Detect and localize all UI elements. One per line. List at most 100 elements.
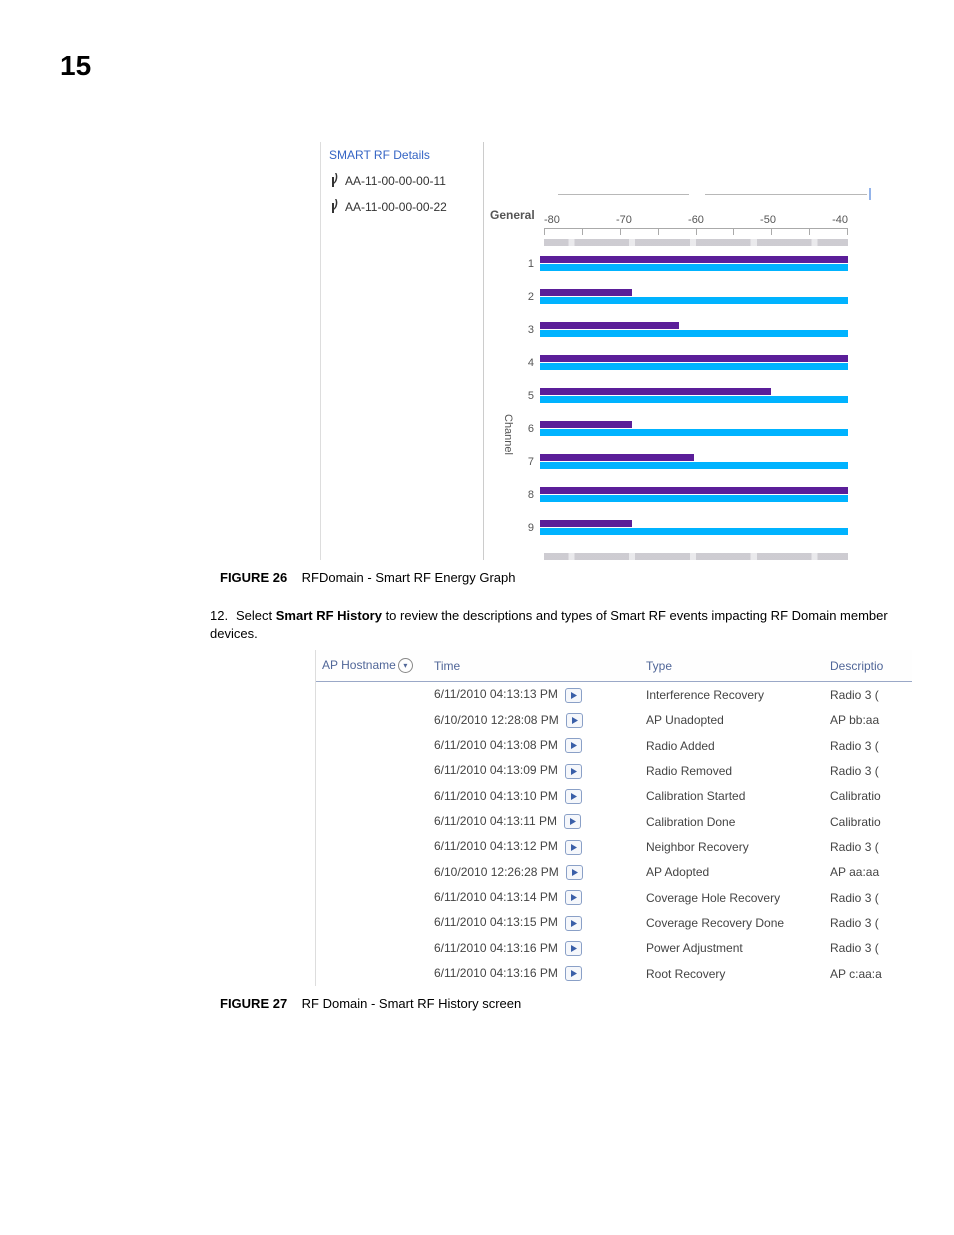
col-time-label: Time	[434, 659, 460, 673]
figure27-text: RF Domain - Smart RF History screen	[302, 996, 522, 1011]
tree-item[interactable]: AA-11-00-00-00-11	[321, 168, 483, 194]
sort-icon[interactable]: ▾	[398, 658, 413, 673]
play-icon[interactable]	[565, 941, 582, 956]
cell-type: Calibration Done	[640, 809, 824, 834]
cell-hostname	[316, 758, 428, 783]
play-icon[interactable]	[565, 966, 582, 981]
chart-bar-series2	[540, 495, 848, 502]
table-row[interactable]: 6/11/2010 04:13:14 PM Coverage Hole Reco…	[316, 885, 912, 910]
table-row[interactable]: 6/10/2010 12:26:28 PM AP AdoptedAP aa:aa	[316, 860, 912, 885]
cell-hostname	[316, 708, 428, 733]
play-icon[interactable]	[566, 865, 583, 880]
tree-item[interactable]: AA-11-00-00-00-22	[321, 194, 483, 220]
chart-bar-series1	[540, 388, 771, 395]
chart-bar-series1	[540, 289, 632, 296]
step-number: 12.	[210, 607, 236, 625]
step-bold: Smart RF History	[276, 608, 382, 623]
chart-top-grid	[558, 188, 871, 200]
cell-hostname	[316, 809, 428, 834]
chart-bar-series2	[540, 528, 848, 535]
cell-description: AP bb:aa	[824, 708, 912, 733]
play-icon[interactable]	[565, 789, 582, 804]
cell-hostname	[316, 682, 428, 708]
table-row[interactable]: 6/11/2010 04:13:10 PM Calibration Starte…	[316, 784, 912, 809]
cell-time: 6/10/2010 12:26:28 PM	[428, 860, 640, 885]
cell-hostname	[316, 834, 428, 859]
step-12: 12.Select Smart RF History to review the…	[210, 607, 894, 642]
cell-time: 6/11/2010 04:13:15 PM	[428, 910, 640, 935]
chart-row: 4	[506, 355, 848, 370]
tree-item-label: AA-11-00-00-00-11	[345, 174, 446, 188]
chart-bar-series2	[540, 462, 848, 469]
cell-time: 6/11/2010 04:13:12 PM	[428, 834, 640, 859]
chart-bar-series1	[540, 520, 632, 527]
chart-bar-series1	[540, 421, 632, 428]
cell-description: AP c:aa:a	[824, 961, 912, 986]
chart-row-label: 7	[506, 456, 534, 468]
cell-time: 6/11/2010 04:13:13 PM	[428, 682, 640, 708]
cell-time: 6/10/2010 12:28:08 PM	[428, 708, 640, 733]
cell-time: 6/11/2010 04:13:16 PM	[428, 961, 640, 986]
col-description[interactable]: Descriptio	[824, 650, 912, 682]
cell-time: 6/11/2010 04:13:08 PM	[428, 733, 640, 758]
chart-bar-series2	[540, 396, 848, 403]
chart-row: 7	[506, 454, 848, 469]
cell-time: 6/11/2010 04:13:10 PM	[428, 784, 640, 809]
cell-type: AP Unadopted	[640, 708, 824, 733]
chart-row-label: 8	[506, 489, 534, 501]
chart-bar-series1	[540, 322, 679, 329]
col-description-label: Descriptio	[830, 659, 883, 673]
cell-description: Calibratio	[824, 784, 912, 809]
play-icon[interactable]	[565, 738, 582, 753]
smart-rf-history-table: AP Hostname▾ Time Type Descriptio 6/11/2…	[316, 650, 912, 986]
x-tick: -80	[544, 214, 560, 226]
col-ap-hostname[interactable]: AP Hostname▾	[316, 650, 428, 682]
table-row[interactable]: 6/11/2010 04:13:13 PM Interference Recov…	[316, 682, 912, 708]
table-row[interactable]: 6/11/2010 04:13:15 PM Coverage Recovery …	[316, 910, 912, 935]
chart-row: 3	[506, 322, 848, 337]
x-tick: -50	[760, 214, 776, 226]
chart-row-label: 1	[506, 258, 534, 270]
cell-type: Interference Recovery	[640, 682, 824, 708]
play-icon[interactable]	[564, 814, 581, 829]
table-row[interactable]: 6/11/2010 04:13:16 PM Root RecoveryAP c:…	[316, 961, 912, 986]
cell-time: 6/11/2010 04:13:16 PM	[428, 936, 640, 961]
play-icon[interactable]	[565, 840, 582, 855]
chart-bar-series1	[540, 487, 848, 494]
cell-type: AP Adopted	[640, 860, 824, 885]
figure26-caption: FIGURE 26 RFDomain - Smart RF Energy Gra…	[220, 570, 894, 585]
cell-hostname	[316, 936, 428, 961]
play-icon[interactable]	[566, 713, 583, 728]
cell-description: Radio 3 (	[824, 910, 912, 935]
cell-hostname	[316, 784, 428, 809]
cell-type: Root Recovery	[640, 961, 824, 986]
cell-type: Power Adjustment	[640, 936, 824, 961]
cell-description: Radio 3 (	[824, 733, 912, 758]
col-type[interactable]: Type	[640, 650, 824, 682]
col-ap-hostname-label: AP Hostname	[322, 658, 396, 672]
play-icon[interactable]	[565, 916, 582, 931]
play-icon[interactable]	[565, 764, 582, 779]
fig26-panel: SMART RF Details AA-11-00-00-00-11AA-11-…	[320, 142, 871, 560]
chart-row-label: 3	[506, 324, 534, 336]
cell-time: 6/11/2010 04:13:14 PM	[428, 885, 640, 910]
smart-rf-energy-chart: -80-70-60-50-40 Channel 123456789	[506, 214, 848, 560]
table-row[interactable]: 6/10/2010 12:28:08 PM AP UnadoptedAP bb:…	[316, 708, 912, 733]
table-row[interactable]: 6/11/2010 04:13:09 PM Radio RemovedRadio…	[316, 758, 912, 783]
cell-time: 6/11/2010 04:13:11 PM	[428, 809, 640, 834]
cell-type: Radio Removed	[640, 758, 824, 783]
play-icon[interactable]	[565, 688, 582, 703]
chart-row: 2	[506, 289, 848, 304]
table-row[interactable]: 6/11/2010 04:13:16 PM Power AdjustmentRa…	[316, 936, 912, 961]
play-icon[interactable]	[565, 890, 582, 905]
chart-bar-series1	[540, 355, 848, 362]
table-row[interactable]: 6/11/2010 04:13:11 PM Calibration DoneCa…	[316, 809, 912, 834]
chart-row-label: 5	[506, 390, 534, 402]
table-row[interactable]: 6/11/2010 04:13:08 PM Radio AddedRadio 3…	[316, 733, 912, 758]
chart-row: 5	[506, 388, 848, 403]
table-row[interactable]: 6/11/2010 04:13:12 PM Neighbor RecoveryR…	[316, 834, 912, 859]
ap-icon	[327, 201, 341, 213]
col-time[interactable]: Time	[428, 650, 640, 682]
chart-bar-series2	[540, 330, 848, 337]
figure27-caption: FIGURE 27 RF Domain - Smart RF History s…	[220, 996, 894, 1011]
